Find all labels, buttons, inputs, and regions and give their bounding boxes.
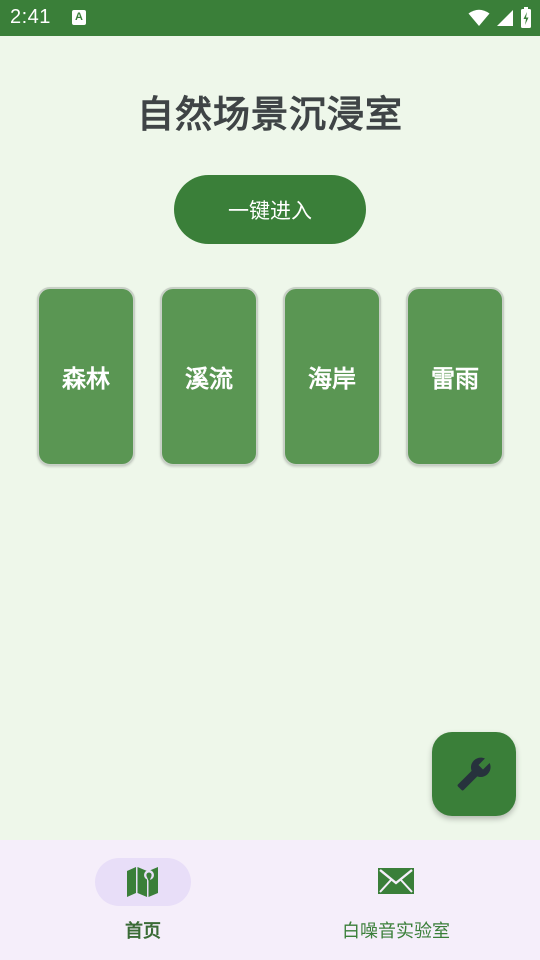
status-bar: 2:41 A	[0, 0, 540, 36]
notification-icon: A	[72, 10, 86, 25]
wrench-icon	[457, 757, 491, 791]
settings-fab[interactable]	[432, 732, 516, 816]
nav-label-home: 首页	[125, 921, 161, 942]
battery-icon	[521, 7, 531, 28]
nav-label-white-noise-lab: 白噪音实验室	[342, 921, 450, 942]
scene-card-forest[interactable]: 森林	[37, 287, 135, 466]
scene-card-stream[interactable]: 溪流	[160, 287, 258, 466]
scene-card-thunderstorm[interactable]: 雷雨	[406, 287, 504, 466]
page-title: 自然场景沉浸室	[137, 93, 403, 136]
enter-all-button[interactable]: 一键进入	[174, 175, 366, 244]
signal-icon	[497, 10, 513, 26]
mail-icon	[378, 868, 414, 894]
map-icon	[127, 867, 158, 897]
nav-item-home[interactable]: 首页	[0, 840, 270, 960]
status-time: 2:41	[10, 6, 51, 28]
bottom-navigation: 首页 白噪音实验室	[0, 840, 540, 960]
scene-card-coast[interactable]: 海岸	[283, 287, 381, 466]
status-icons	[468, 6, 532, 30]
nav-item-white-noise-lab[interactable]: 白噪音实验室	[270, 840, 540, 960]
wifi-icon	[468, 9, 490, 26]
